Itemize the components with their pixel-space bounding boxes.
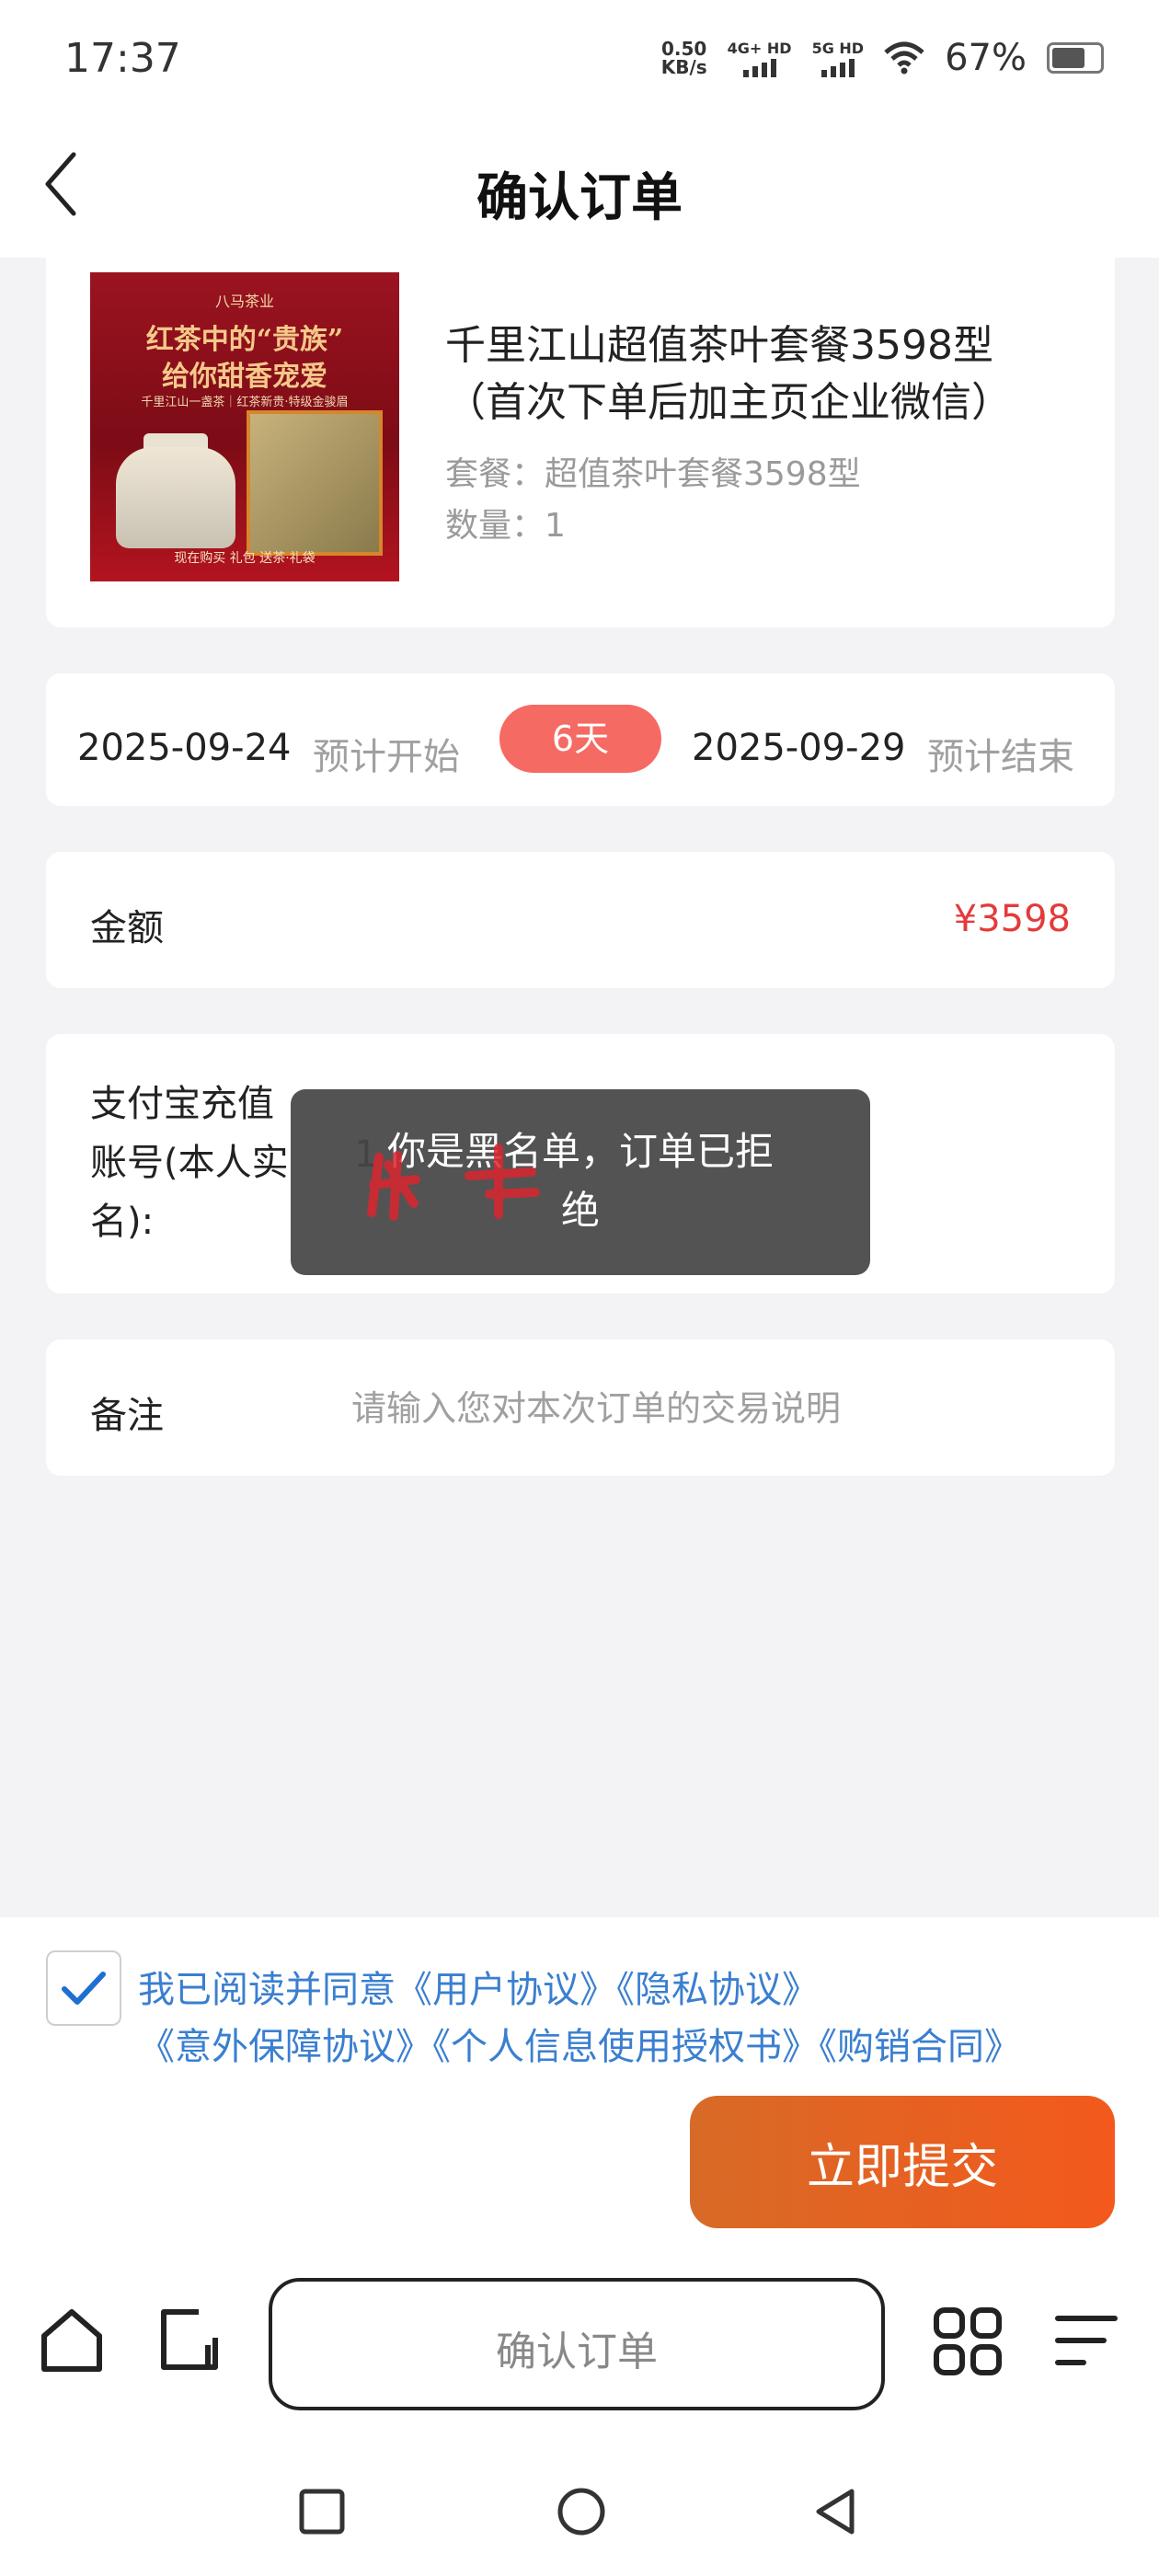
package-line: 套餐：超值茶叶套餐3598型 xyxy=(445,455,861,493)
home-circle-icon[interactable] xyxy=(554,2484,609,2539)
agreement-checkbox[interactable] xyxy=(46,1950,121,2026)
home-icon[interactable] xyxy=(37,2305,107,2375)
redaction-scribble xyxy=(367,1144,540,1221)
submit-button[interactable]: 立即提交 xyxy=(690,2096,1115,2228)
check-icon xyxy=(62,1972,106,2005)
product-meta: 套餐：超值茶叶套餐3598型 数量：1 xyxy=(445,449,861,552)
product-title: 千里江山超值茶叶套餐3598型 （首次下单后加主页企业微信） xyxy=(445,322,1012,426)
tea-jar xyxy=(116,447,235,548)
sim1-signal-icon: 4G+ HD xyxy=(728,40,792,77)
battery-percent: 67% xyxy=(945,37,1027,79)
end-date: 2025-09-29 xyxy=(692,727,906,769)
page-title: 确认订单 xyxy=(476,168,683,228)
back-triangle-icon[interactable] xyxy=(809,2484,865,2539)
quantity-line: 数量：1 xyxy=(445,507,566,545)
product-image-brand: 八马茶业 xyxy=(214,293,274,310)
start-label: 预计开始 xyxy=(313,736,460,778)
address-bar-title: 确认订单 xyxy=(496,2329,658,2375)
product-image-subline: 千里江山一盏茶｜红茶新贵·特级金骏眉 xyxy=(141,396,349,409)
battery-icon xyxy=(1047,42,1104,74)
amount-label: 金额 xyxy=(90,907,164,949)
gift-box xyxy=(247,410,383,556)
start-date: 2025-09-24 xyxy=(77,727,292,769)
product-image-headline: 给你甜香宠爱 xyxy=(162,361,327,393)
amount-value: ¥3598 xyxy=(953,898,1071,940)
tab-switch-icon[interactable] xyxy=(155,2305,224,2375)
days-badge: 6天 xyxy=(499,705,661,773)
status-time: 17:37 xyxy=(64,35,181,82)
remark-label: 备注 xyxy=(90,1395,164,1437)
agreement-links[interactable]: 我已阅读并同意《用户协议》《隐私协议》 xyxy=(138,1960,819,2013)
wifi-icon xyxy=(884,41,924,75)
product-image-footer: 现在购买 礼包 送茶·礼袋 xyxy=(174,551,316,566)
network-speed: 0.50 KB/s xyxy=(660,38,707,78)
product-image[interactable]: 八马茶业 红茶中的“贵族” 给你甜香宠爱 千里江山一盏茶｜红茶新贵·特级金骏眉 … xyxy=(90,272,399,581)
end-label: 预计结束 xyxy=(927,736,1074,778)
sim2-signal-icon: 5G HD xyxy=(812,40,864,77)
agreement-links[interactable]: 《意外保障协议》《个人信息使用授权书》《购销合同》 xyxy=(138,2017,1021,2070)
product-image-headline: 红茶中的“贵族” xyxy=(145,324,344,356)
menu-icon[interactable] xyxy=(1054,2309,1119,2374)
recent-apps-icon[interactable] xyxy=(296,2486,348,2537)
remark-input[interactable] xyxy=(351,1376,1087,1441)
apps-grid-icon[interactable] xyxy=(931,2305,1004,2378)
status-indicators: 0.50 KB/s 4G+ HD 5G HD 67% xyxy=(661,37,1104,79)
